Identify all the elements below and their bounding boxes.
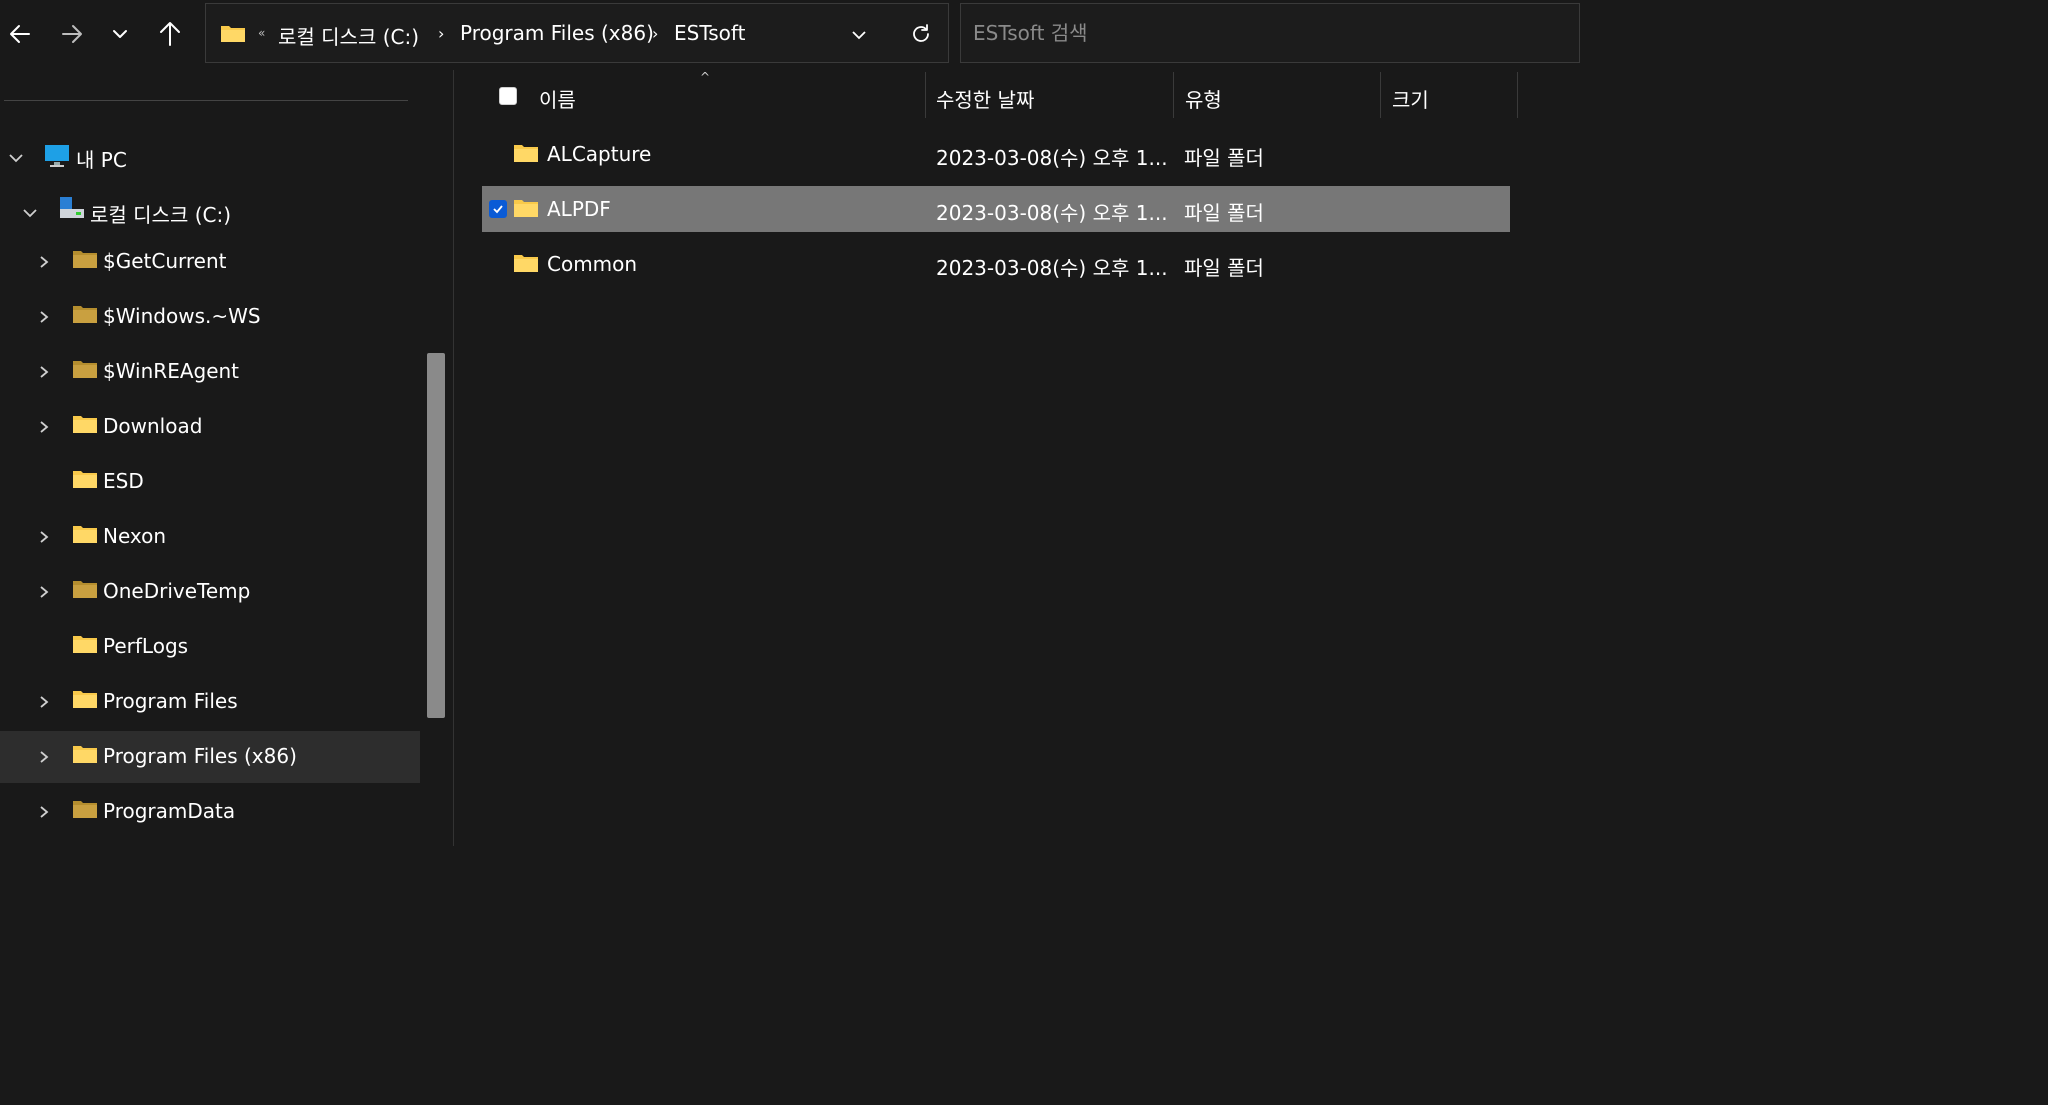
chevron-down-icon[interactable]	[22, 202, 38, 222]
arrow-left-icon	[10, 25, 30, 43]
address-bar[interactable]: « 로컬 디스크 (C:) › Program Files (x86) › ES…	[205, 3, 949, 63]
folder-icon	[72, 469, 98, 489]
breadcrumb-separator[interactable]: ›	[652, 24, 658, 43]
folder-icon	[72, 579, 98, 599]
chevron-down-icon[interactable]	[8, 147, 24, 167]
column-header-type[interactable]: 유형	[1185, 84, 1222, 113]
column-separator[interactable]	[1380, 72, 1381, 118]
folder-icon	[513, 253, 539, 277]
monitor-icon	[45, 145, 69, 167]
sidebar-item-folder[interactable]: PerfLogs	[0, 621, 420, 673]
folder-icon	[513, 143, 539, 167]
file-row[interactable]: ALCapture 2023-03-08(수) 오후 1... 파일 폴더	[482, 131, 1510, 177]
folder-icon	[72, 744, 98, 764]
sidebar-item-label: 로컬 디스크 (C:)	[90, 203, 232, 227]
chevron-right-icon[interactable]	[36, 527, 52, 547]
back-button[interactable]	[0, 14, 40, 54]
sidebar-item-folder[interactable]: $Windows.~WS	[0, 291, 420, 343]
sidebar-scrollbar[interactable]	[427, 353, 445, 718]
folder-icon	[72, 249, 98, 269]
file-date-modified: 2023-03-08(수) 오후 1...	[936, 146, 1168, 170]
chevron-right-icon[interactable]	[36, 417, 52, 437]
sort-ascending-icon: ^	[700, 70, 711, 84]
folder-icon	[72, 304, 98, 324]
breadcrumb-local-disk[interactable]: 로컬 디스크 (C:)	[278, 21, 419, 50]
sidebar-item-folder[interactable]: Download	[0, 401, 420, 453]
sidebar-item-label: Nexon	[103, 524, 167, 548]
folder-icon	[513, 198, 539, 222]
folder-icon	[221, 26, 245, 42]
sidebar-item-local-disk[interactable]: 로컬 디스크 (C:)	[0, 186, 420, 238]
file-row[interactable]: Common 2023-03-08(수) 오후 1... 파일 폴더	[482, 241, 1510, 287]
folder-icon	[72, 634, 98, 654]
breadcrumb-estsoft[interactable]: ESTsoft	[674, 21, 745, 45]
sidebar-item-folder[interactable]: ESD	[0, 456, 420, 508]
select-all-checkbox[interactable]	[499, 87, 517, 105]
folder-icon	[72, 524, 98, 544]
up-button[interactable]	[150, 14, 190, 54]
column-separator[interactable]	[925, 72, 926, 118]
column-header-date[interactable]: 수정한 날짜	[936, 84, 1034, 113]
column-separator[interactable]	[1173, 72, 1174, 118]
file-name: ALPDF	[547, 197, 611, 221]
file-type: 파일 폴더	[1184, 146, 1264, 170]
chevron-right-icon[interactable]	[36, 252, 52, 272]
chevron-right-icon[interactable]	[36, 747, 52, 767]
arrow-right-icon	[62, 25, 82, 43]
sidebar-item-folder[interactable]: $WinREAgent	[0, 346, 420, 398]
file-type: 파일 폴더	[1184, 201, 1264, 225]
chevron-down-icon	[113, 30, 127, 38]
column-header-name[interactable]: 이름	[539, 84, 576, 113]
search-box[interactable]	[960, 3, 1580, 63]
sidebar-item-folder[interactable]: Nexon	[0, 511, 420, 563]
sidebar-item-label: ProgramData	[103, 799, 236, 823]
column-separator[interactable]	[1517, 72, 1518, 118]
column-header-size[interactable]: 크기	[1392, 84, 1429, 113]
file-type: 파일 폴더	[1184, 256, 1264, 280]
sidebar-item-label: Program Files	[103, 689, 238, 713]
drive-icon	[60, 197, 84, 218]
chevron-right-icon[interactable]	[36, 582, 52, 602]
sidebar-item-label: $GetCurrent	[103, 249, 227, 273]
file-date-modified: 2023-03-08(수) 오후 1...	[936, 201, 1168, 225]
sidebar-item-label: $WinREAgent	[103, 359, 240, 383]
recent-locations-button[interactable]	[100, 14, 140, 54]
row-checkbox[interactable]	[489, 200, 507, 218]
file-name: Common	[547, 252, 638, 276]
chevron-right-icon[interactable]	[36, 802, 52, 822]
sidebar-item-folder[interactable]: OneDriveTemp	[0, 566, 420, 618]
sidebar-item-label: Download	[103, 414, 203, 438]
sidebar-item-folder[interactable]: Program Files	[0, 676, 420, 728]
sidebar-item-this-pc[interactable]: 내 PC	[0, 131, 420, 183]
file-date-modified: 2023-03-08(수) 오후 1...	[936, 256, 1168, 280]
pane-divider[interactable]	[453, 70, 454, 846]
sidebar-divider	[4, 100, 408, 101]
sidebar-item-folder[interactable]: $GetCurrent	[0, 236, 420, 288]
sidebar-item-label: Program Files (x86)	[103, 744, 297, 768]
folder-icon	[72, 359, 98, 379]
chevron-right-icon[interactable]	[36, 362, 52, 382]
folder-icon	[72, 799, 98, 819]
sidebar-item-folder[interactable]: ProgramData	[0, 786, 420, 838]
sidebar-item-label: PerfLogs	[103, 634, 189, 658]
forward-button[interactable]	[52, 14, 92, 54]
sidebar-item-label: OneDriveTemp	[103, 579, 251, 603]
address-history-chevron-icon[interactable]	[850, 26, 868, 44]
sidebar-item-label: 내 PC	[76, 148, 127, 172]
chevron-right-icon[interactable]	[36, 307, 52, 327]
breadcrumb-program-files-x86[interactable]: Program Files (x86)	[460, 21, 654, 45]
sidebar-item-label: $Windows.~WS	[103, 304, 261, 328]
folder-icon	[72, 414, 98, 434]
overflow-crumb[interactable]: «	[258, 26, 265, 40]
file-row[interactable]: ALPDF 2023-03-08(수) 오후 1... 파일 폴더	[482, 186, 1510, 232]
folder-icon	[72, 689, 98, 709]
sidebar-item-folder[interactable]: Program Files (x86)	[0, 731, 420, 783]
file-name: ALCapture	[547, 142, 652, 166]
chevron-right-icon[interactable]	[36, 692, 52, 712]
breadcrumb-separator[interactable]: ›	[438, 24, 444, 43]
refresh-icon[interactable]	[910, 23, 932, 45]
arrow-up-icon	[160, 22, 180, 46]
search-input[interactable]	[961, 4, 1579, 62]
sidebar-item-label: ESD	[103, 469, 144, 493]
